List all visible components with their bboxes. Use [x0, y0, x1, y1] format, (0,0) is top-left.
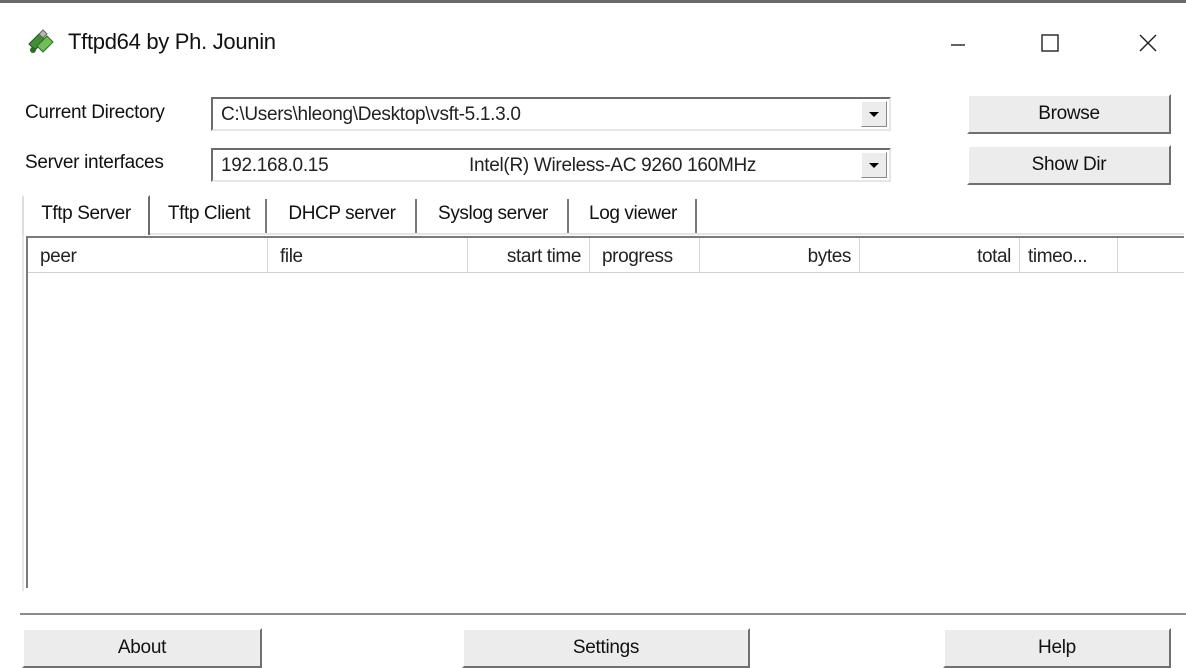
about-button[interactable]: About: [22, 628, 262, 668]
minimize-icon: [951, 44, 965, 46]
current-directory-label: Current Directory: [25, 102, 165, 123]
tab-tftp-client[interactable]: Tftp Client: [153, 199, 267, 233]
tab-syslog-server[interactable]: Syslog server: [419, 199, 569, 233]
close-icon: [1139, 34, 1157, 52]
current-directory-combo[interactable]: C:\Users\hleong\Desktop\vsft-5.1.3.0: [211, 97, 891, 131]
transfer-list-header: peer file start time progress bytes tota…: [28, 238, 1184, 273]
column-header-timeout[interactable]: timeo...: [1020, 238, 1118, 272]
column-header-progress[interactable]: progress: [590, 238, 700, 272]
column-header-file[interactable]: file: [268, 238, 468, 272]
bottom-separator: [20, 613, 1186, 616]
current-directory-value: C:\Users\hleong\Desktop\vsft-5.1.3.0: [221, 104, 521, 125]
show-dir-button[interactable]: Show Dir: [967, 145, 1171, 185]
server-interfaces-combo[interactable]: 192.168.0.15 Intel(R) Wireless-AC 9260 1…: [211, 148, 891, 182]
server-interface-ip: 192.168.0.15: [221, 155, 329, 176]
server-interface-adapter: Intel(R) Wireless-AC 9260 160MHz: [469, 155, 757, 176]
column-header-peer[interactable]: peer: [28, 238, 268, 272]
help-button[interactable]: Help: [943, 628, 1171, 668]
column-header-total[interactable]: total: [860, 238, 1020, 272]
tab-dhcp-server[interactable]: DHCP server: [269, 199, 417, 233]
column-header-bytes[interactable]: bytes: [700, 238, 860, 272]
tab-tftp-server[interactable]: Tftp Server: [22, 195, 150, 235]
tftpd-window: Tftpd64 by Ph. Jounin Current Directory …: [0, 0, 1186, 668]
maximize-icon: [1041, 34, 1059, 52]
maximize-button[interactable]: [1020, 18, 1080, 68]
close-button[interactable]: [1118, 18, 1178, 68]
minimize-button[interactable]: [928, 18, 988, 68]
transfer-list[interactable]: peer file start time progress bytes tota…: [26, 236, 1184, 588]
tftpd-app-icon: [28, 29, 54, 53]
browse-button[interactable]: Browse: [967, 94, 1171, 134]
tab-log-viewer[interactable]: Log viewer: [571, 199, 697, 233]
server-interfaces-label: Server interfaces: [25, 152, 164, 173]
current-directory-dropdown-button[interactable]: [861, 101, 887, 127]
server-interfaces-dropdown-button[interactable]: [861, 152, 887, 178]
title-bar[interactable]: Tftpd64 by Ph. Jounin: [0, 6, 1186, 78]
settings-button[interactable]: Settings: [462, 628, 750, 668]
window-title: Tftpd64 by Ph. Jounin: [68, 29, 276, 54]
column-header-start-time[interactable]: start time: [468, 238, 590, 272]
